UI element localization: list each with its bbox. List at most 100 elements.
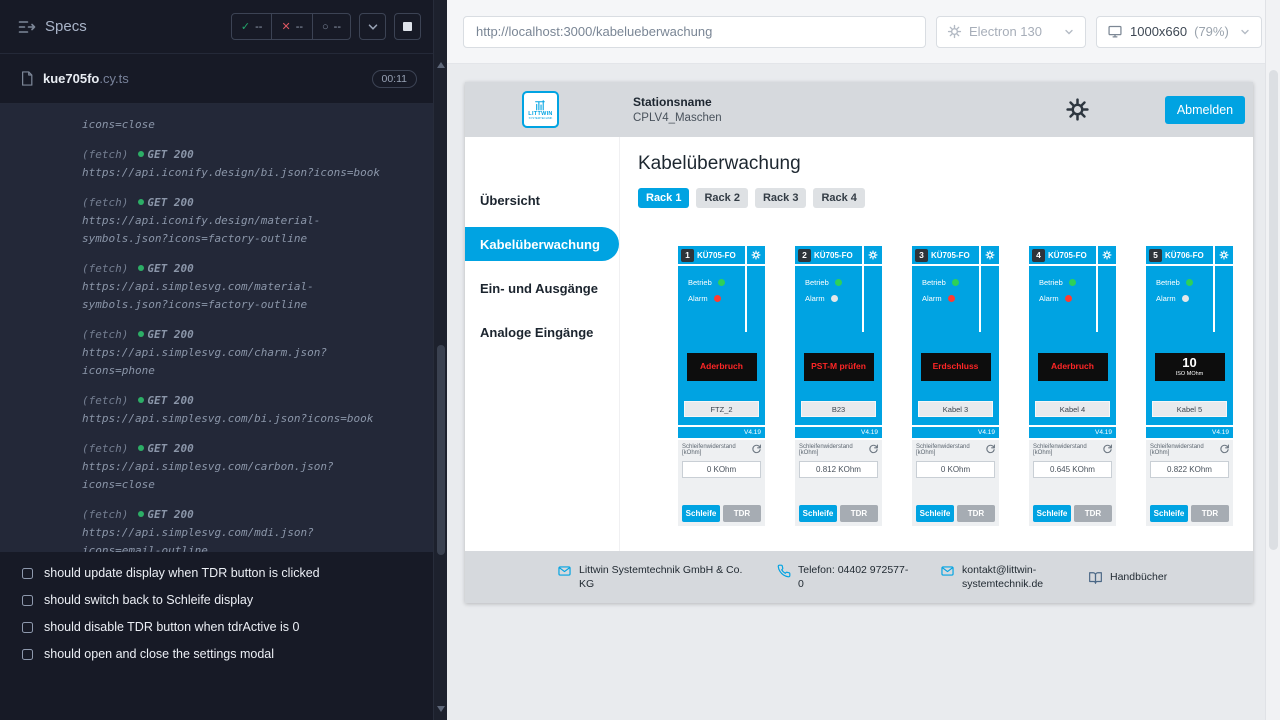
status-ok-dot [138,445,144,451]
cable-name-field[interactable]: Kabel 3 [918,401,993,417]
gear-icon [1065,97,1090,122]
viewport-size-selector[interactable]: 1000x660 (79%) [1096,16,1262,48]
refresh-button[interactable] [1219,443,1230,454]
runner-header: Specs ✓-- ✕-- ○-- [0,0,433,54]
network-log-entry[interactable]: icons=close [82,116,415,134]
refresh-button[interactable] [1102,443,1113,454]
resistance-value: 0.822 KOhm [1150,461,1229,478]
tab-rack-3[interactable]: Rack 3 [755,188,806,208]
card-number-badge: 2 [798,249,811,262]
fetch-label: (fetch) [82,196,128,209]
test-item[interactable]: should update display when TDR button is… [22,566,415,580]
logout-button[interactable]: Abmelden [1165,96,1245,124]
test-item[interactable]: should disable TDR button when tdrActive… [22,620,415,634]
log-entry-header: (fetch)GET 200 [82,260,415,278]
footer-manuals[interactable]: Handbücher [1088,570,1167,585]
tab-rack-2[interactable]: Rack 2 [696,188,747,208]
collapse-button[interactable] [359,13,386,40]
status-ok-dot [138,511,144,517]
betrieb-label: Betrieb [922,278,946,287]
network-log-entry[interactable]: (fetch)GET 200 https://api.simplesvg.com… [82,260,415,314]
specs-toggle[interactable]: Specs [18,18,87,35]
settings-gear-button[interactable] [1065,97,1090,122]
email-icon [940,564,955,578]
page-scrollbar[interactable] [1265,0,1280,720]
refresh-icon [1219,443,1230,454]
betrieb-indicator: Betrieb [1156,278,1213,287]
card-settings-button[interactable] [745,246,765,264]
betrieb-label: Betrieb [1156,278,1180,287]
network-log-entry[interactable]: (fetch)GET 200 https://api.simplesvg.com… [82,326,415,380]
schleife-button[interactable]: Schleife [1150,505,1188,522]
network-log-entry[interactable]: (fetch)GET 200 https://api.simplesvg.com… [82,392,415,428]
spec-file-row[interactable]: kue705fo.cy.ts 00:11 [0,54,433,104]
cable-name-field[interactable]: B23 [801,401,876,417]
stat-passed: ✓-- [232,20,272,33]
tdr-button[interactable]: TDR [723,505,761,522]
sidebar-item-kabelueberwachung[interactable]: Kabelüberwachung [465,227,619,261]
runner-scrollbar[interactable] [433,0,447,720]
sidebar-item-ein-und-ausgaenge[interactable]: Ein- und Ausgänge [465,271,619,305]
betrieb-label: Betrieb [1039,278,1063,287]
card-status-area: Erdschluss [912,332,999,401]
browser-icon [947,24,962,39]
spec-file-name: kue705fo [43,71,99,86]
scroll-down-arrow[interactable] [437,706,445,712]
card-settings-button[interactable] [862,246,882,264]
card-model-label: KÜ705-FO [814,251,853,260]
test-item[interactable]: should switch back to Schleife display [22,593,415,607]
log-entry-header: (fetch)GET 200 [82,194,415,212]
sidebar-item-analoge-eingaenge[interactable]: Analoge Eingänge [465,315,619,349]
browser-selector[interactable]: Electron 130 [936,16,1086,48]
sidebar-item-uebersicht[interactable]: Übersicht [465,183,619,217]
cypress-runner-panel: Specs ✓-- ✕-- ○-- [0,0,447,720]
card-settings-button[interactable] [979,246,999,264]
status-ok-dot [138,331,144,337]
tdr-button[interactable]: TDR [840,505,878,522]
betrieb-led [952,279,959,286]
tdr-button[interactable]: TDR [957,505,995,522]
refresh-button[interactable] [751,443,762,454]
status-ok-dot [138,199,144,205]
card-status-area: PST-M prüfen [795,332,882,401]
device-card: 4 KÜ705-FO [1029,246,1116,526]
network-log-entry[interactable]: (fetch)GET 200 https://api.simplesvg.com… [82,440,415,494]
schleife-button[interactable]: Schleife [916,505,954,522]
card-number-badge: 5 [1149,249,1162,262]
firmware-version: V4.19 [1029,425,1116,438]
network-log-entry[interactable]: (fetch)GET 200 https://api.iconify.desig… [82,194,415,248]
cross-icon: ✕ [281,20,290,33]
refresh-button[interactable] [868,443,879,454]
scrollbar-thumb[interactable] [1269,70,1278,550]
alarm-label: Alarm [688,294,708,303]
tdr-button[interactable]: TDR [1074,505,1112,522]
tab-rack-1[interactable]: Rack 1 [638,188,689,208]
device-card: 2 KÜ705-FO [795,246,882,526]
network-log-entry[interactable]: (fetch)GET 200 https://api.iconify.desig… [82,146,415,182]
card-indicators: Betrieb Alarm [1146,266,1233,332]
refresh-button[interactable] [985,443,996,454]
test-list: should update display when TDR button is… [0,552,433,661]
refresh-icon [868,443,879,454]
fetch-label: (fetch) [82,508,128,521]
schleife-button[interactable]: Schleife [682,505,720,522]
cable-name-field[interactable]: Kabel 5 [1152,401,1227,417]
scroll-up-arrow[interactable] [437,62,445,68]
cable-name-field[interactable]: FTZ_2 [684,401,759,417]
alarm-indicator: Alarm [922,294,979,303]
url-bar[interactable] [463,16,926,48]
cable-name-field[interactable]: Kabel 4 [1035,401,1110,417]
schleife-button[interactable]: Schleife [799,505,837,522]
card-settings-button[interactable] [1213,246,1233,264]
card-settings-button[interactable] [1096,246,1116,264]
scrollbar-thumb[interactable] [437,345,445,555]
tdr-button[interactable]: TDR [1191,505,1229,522]
test-item[interactable]: should open and close the settings modal [22,647,415,661]
network-log-entry[interactable]: (fetch)GET 200 https://api.simplesvg.com… [82,506,415,552]
tab-rack-4[interactable]: Rack 4 [813,188,864,208]
schleife-button[interactable]: Schleife [1033,505,1071,522]
test-box-icon [22,622,33,633]
stop-button[interactable] [394,13,421,40]
app-sidebar: Übersicht Kabelüberwachung Ein- und Ausg… [465,137,620,551]
alarm-indicator: Alarm [1039,294,1096,303]
